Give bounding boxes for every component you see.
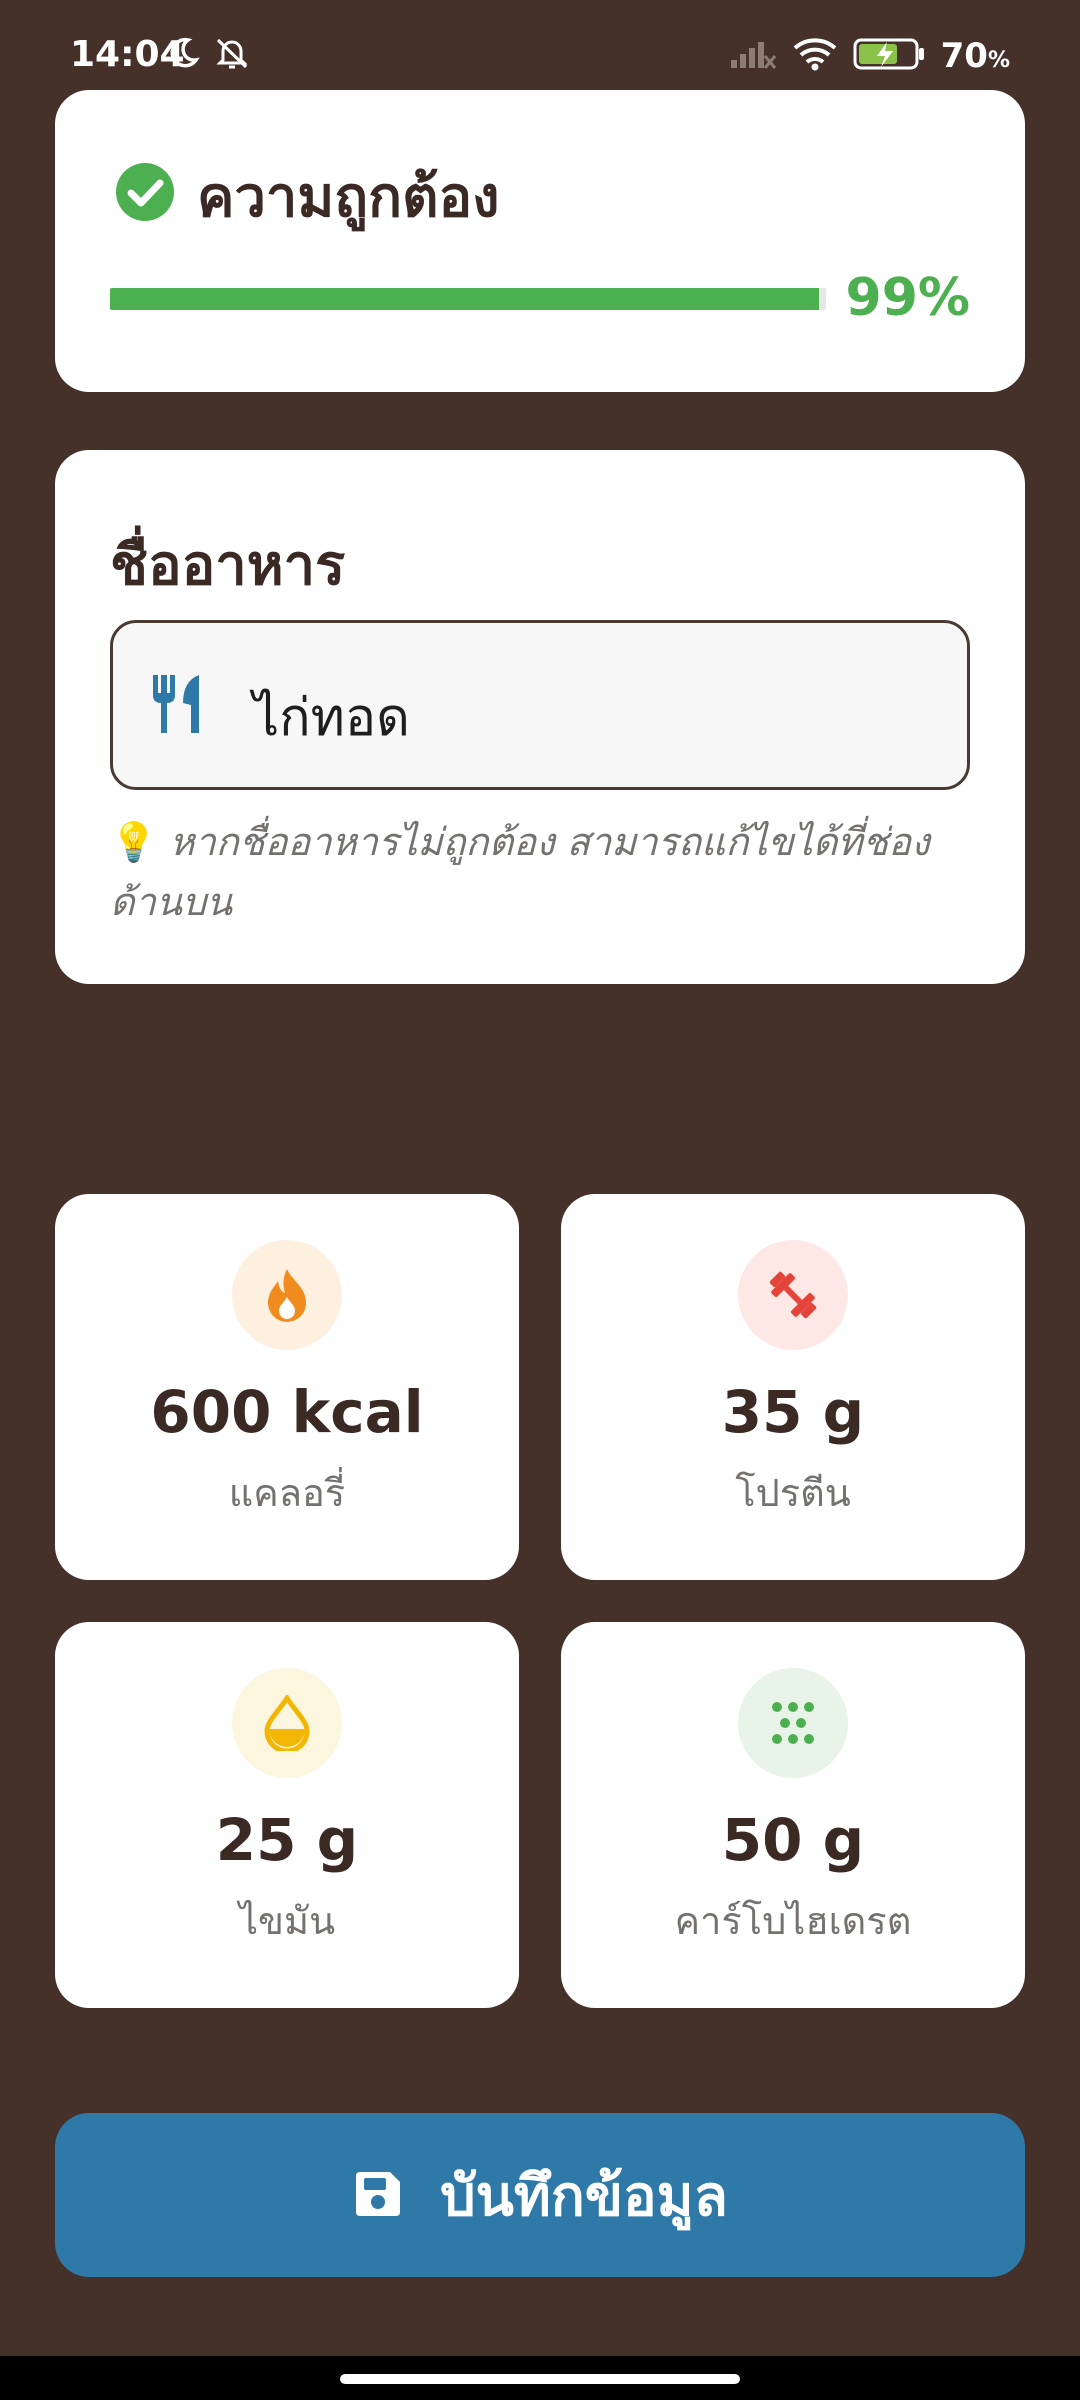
status-right: 70%: [729, 36, 1010, 76]
protein-label: โปรตีน: [735, 1471, 851, 1515]
protein-value: 35 g: [721, 1378, 865, 1446]
grains-icon: [738, 1668, 848, 1778]
nutrient-card-fat: 25 g ไขมัน: [55, 1622, 519, 2008]
nutrient-card-protein: 35 g โปรตีน: [561, 1194, 1025, 1580]
food-name-title: ชื่ออาหาร: [110, 533, 346, 598]
food-name-hint: 💡 หากชื่ออาหารไม่ถูกต้อง สามารถแก้ไขได้ท…: [110, 812, 970, 932]
nutrient-card-calories: 600 kcal แคลอรี่: [55, 1194, 519, 1580]
accuracy-card: ความถูกต้อง 99%: [55, 90, 1025, 392]
moon-icon: [166, 36, 200, 74]
accuracy-progress-fill: [110, 288, 819, 310]
home-indicator[interactable]: [340, 2374, 740, 2384]
carbs-label: คาร์โบไฮเดรต: [674, 1899, 912, 1943]
bell-off-icon: [214, 36, 250, 74]
battery-percent: 70%: [940, 36, 1010, 76]
check-circle-icon: [115, 162, 175, 226]
accuracy-percent: 99%: [845, 268, 970, 328]
wifi-icon: [793, 37, 837, 75]
save-button[interactable]: บันทึกข้อมูล: [55, 2113, 1025, 2277]
accuracy-title: ความถูกต้อง: [197, 165, 500, 230]
save-button-label: บันทึกข้อมูล: [440, 2163, 728, 2227]
fat-label: ไขมัน: [238, 1899, 336, 1943]
nutrient-card-carbs: 50 g คาร์โบไฮเดรต: [561, 1622, 1025, 2008]
status-left-icons: [166, 36, 250, 74]
calories-label: แคลอรี่: [228, 1471, 346, 1515]
carbs-value: 50 g: [721, 1806, 865, 1874]
fat-value: 25 g: [215, 1806, 359, 1874]
dumbbell-icon: [738, 1240, 848, 1350]
battery-charging-icon: [853, 37, 925, 75]
food-name-card: ชื่ออาหาร ไก่ทอด 💡 หากชื่ออาหารไม่ถูกต้อ…: [55, 450, 1025, 984]
calories-value: 600 kcal: [150, 1378, 424, 1446]
accuracy-progress-bar: [110, 288, 826, 310]
save-icon: [352, 2168, 404, 2223]
oil-drop-icon: [232, 1668, 342, 1778]
lightbulb-icon: 💡: [110, 820, 158, 864]
fork-knife-icon: [149, 673, 205, 739]
fire-icon: [232, 1240, 342, 1350]
signal-icon: [729, 38, 777, 74]
hint-text: หากชื่ออาหารไม่ถูกต้อง สามารถแก้ไขได้ที่…: [110, 820, 930, 924]
status-bar: 14:04 70%: [0, 0, 1080, 90]
food-name-value: ไก่ทอด: [253, 688, 410, 748]
food-name-input[interactable]: ไก่ทอด: [110, 620, 970, 790]
